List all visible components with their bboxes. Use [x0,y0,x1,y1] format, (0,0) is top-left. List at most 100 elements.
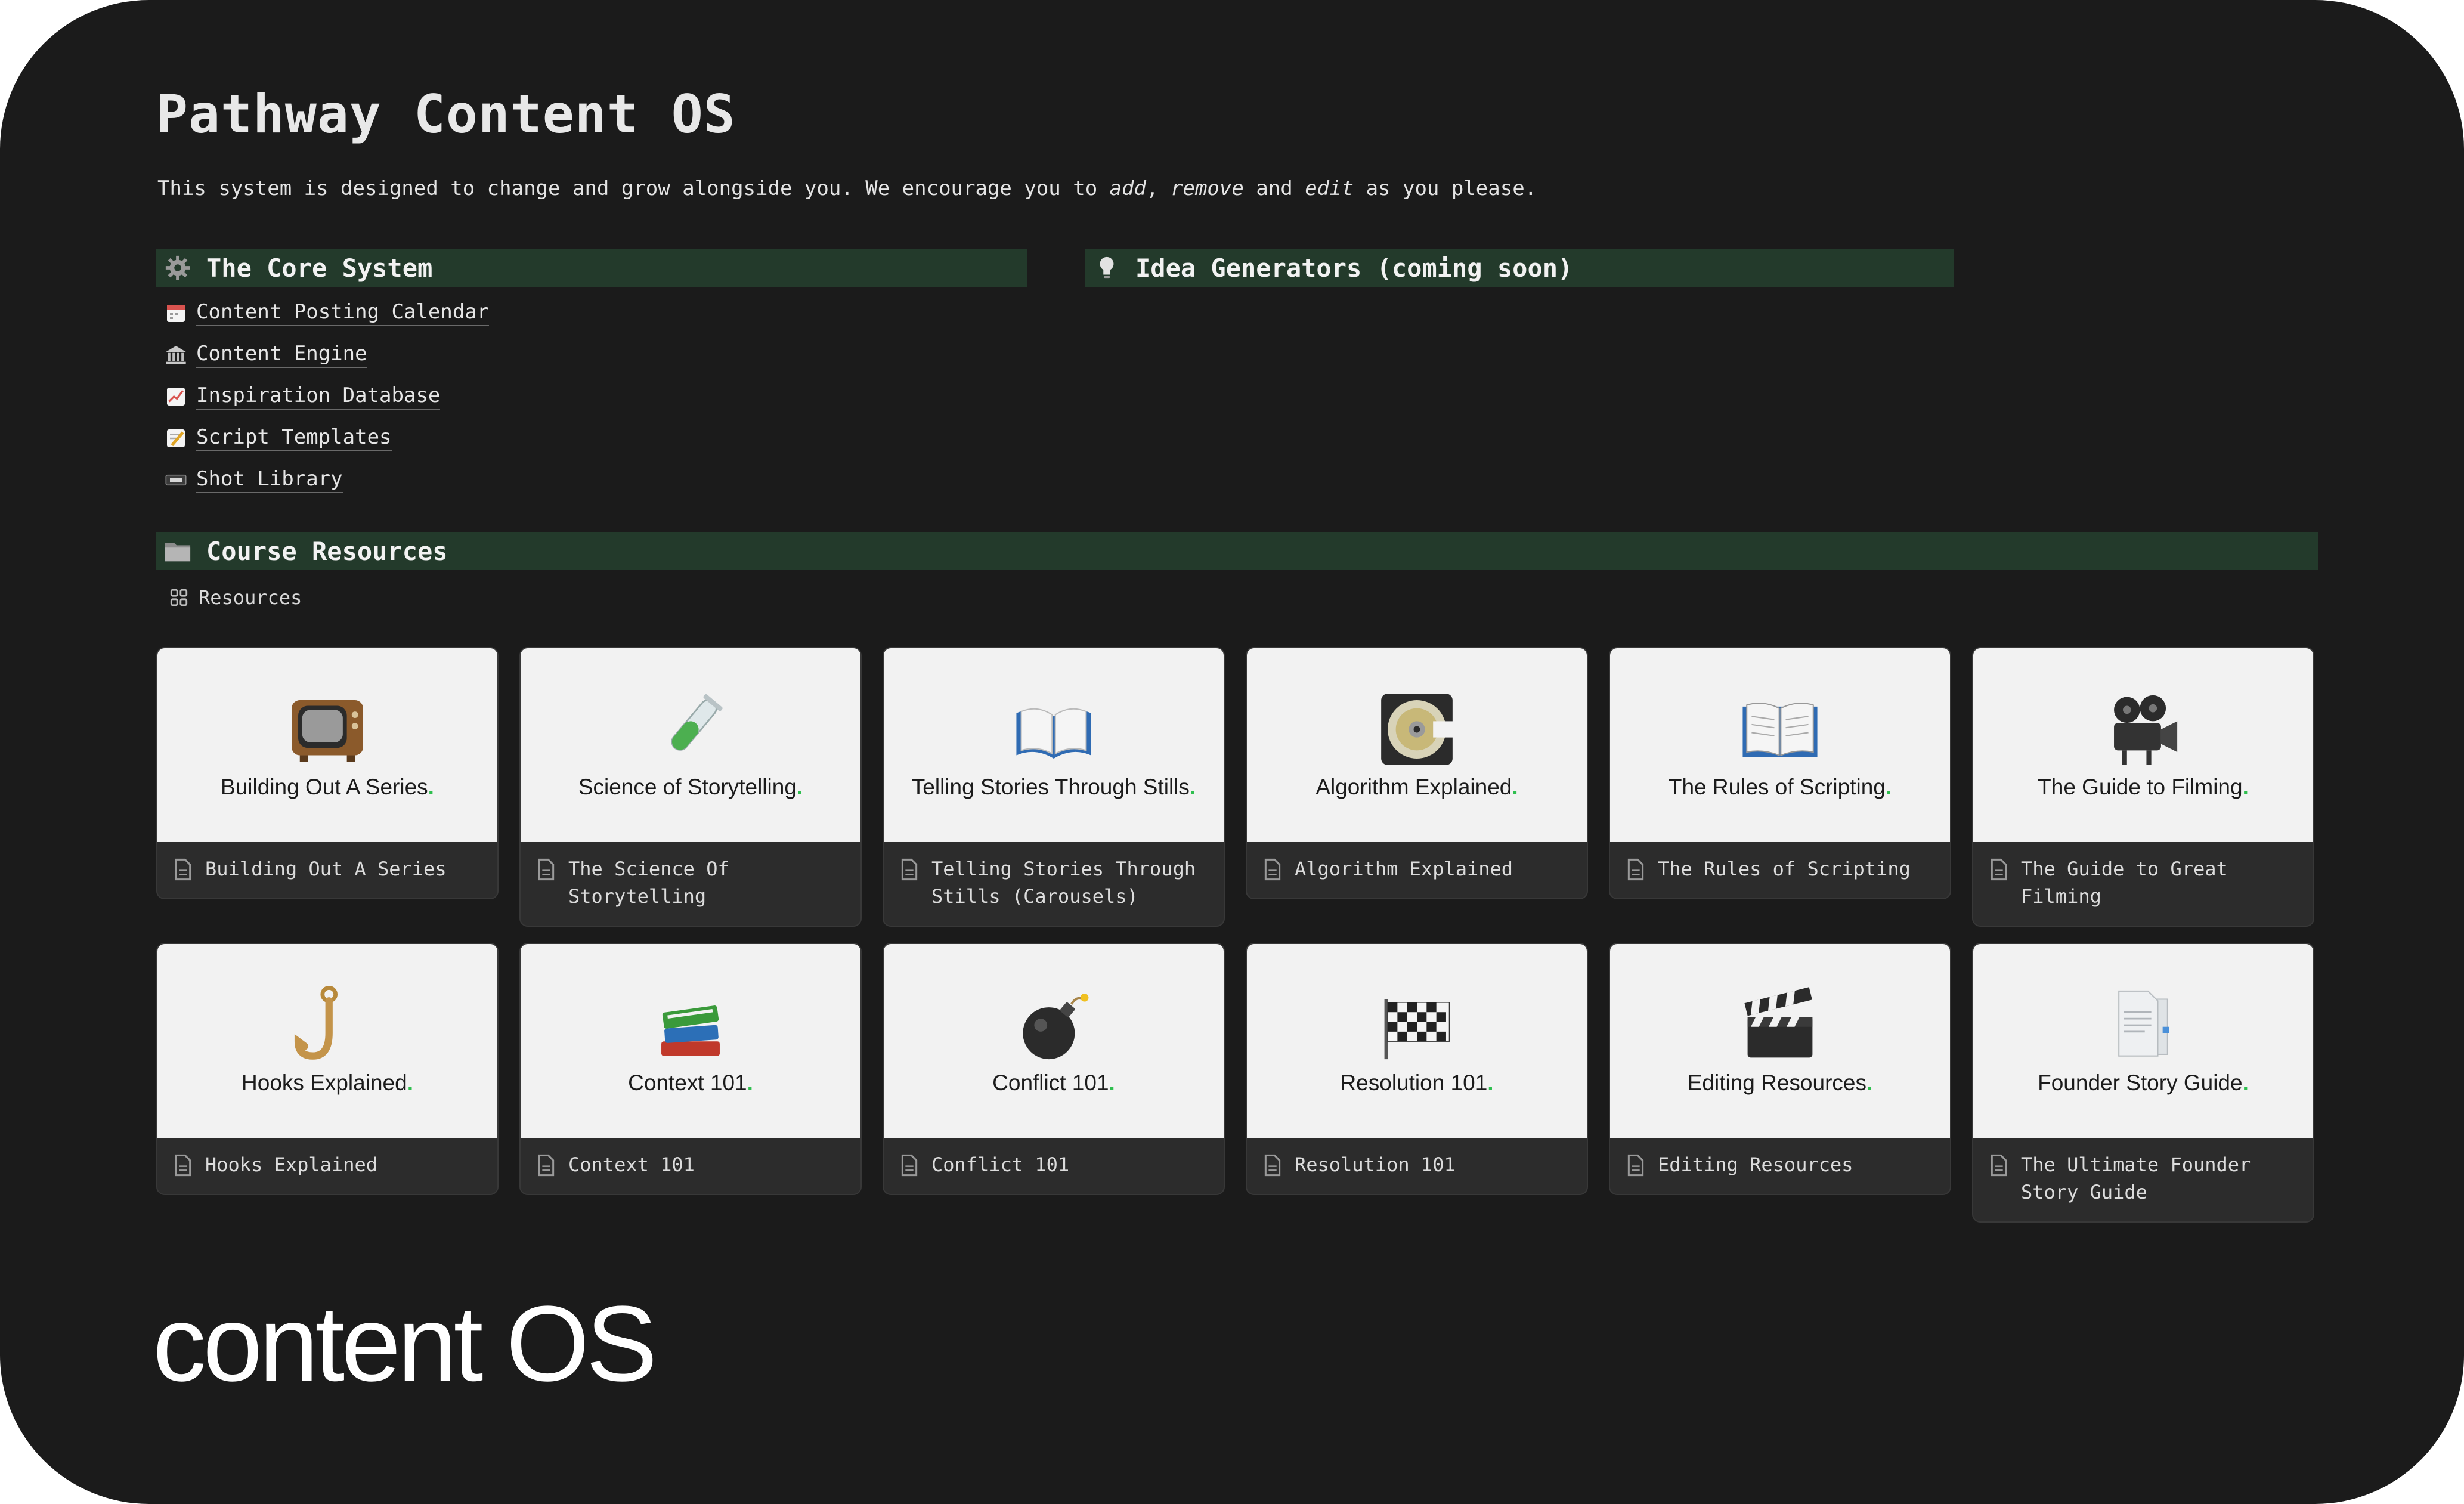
optical-disc-icon [1381,694,1454,765]
resource-card-editing-resources[interactable]: Editing Resources. Editing Resources [1609,943,1951,1195]
resource-card-rules-of-scripting[interactable]: The Rules of Scripting. The Rules of Scr… [1609,647,1951,899]
resource-card-telling-stories-through-stills[interactable]: Telling Stories Through Stills. Telling … [883,647,1225,927]
chart-increasing-icon [164,385,188,409]
core-item-label: Content Engine [196,342,367,368]
accent-dot: . [1512,775,1518,799]
core-item-label: Content Posting Calendar [196,300,490,326]
card-caption: Editing Resources [1610,1138,1950,1194]
core-system-list: Content Posting Calendar Content Engine … [164,292,490,501]
page-icon [1264,1154,1281,1177]
core-system-heading-text: The Core System [206,253,433,283]
accent-dot: . [796,775,803,799]
subtitle-text: This system is designed to change and gr… [157,177,1110,200]
accent-dot: . [747,1070,753,1095]
page-icon [538,858,555,881]
test-tube-icon [671,694,723,751]
accent-dot: . [1866,1070,1873,1095]
card-caption-text: The Rules of Scripting [1658,858,1911,880]
cover-title-text: Science of Storytelling [578,775,797,799]
television-icon [292,700,363,762]
card-cover: The Rules of Scripting. [1610,648,1950,842]
idea-generators-heading-text: Idea Generators (coming soon) [1135,253,1573,283]
page-icon [175,858,191,881]
resources-view-label: Resources [199,586,302,609]
card-cover: Algorithm Explained. [1247,648,1587,842]
card-cover-title: Editing Resources. [1610,1070,1950,1095]
cover-title-text: Conflict 101 [992,1070,1109,1095]
course-resources-heading-text: Course Resources [206,536,448,566]
accent-dot: . [407,1070,413,1095]
accent-dot: . [1109,1070,1115,1095]
cover-title-text: Hooks Explained [242,1070,407,1095]
card-cover: Building Out A Series. [157,648,497,842]
cover-title-text: Algorithm Explained [1315,775,1512,799]
gallery-view-icon [170,589,188,606]
subtitle-em-edit: edit [1305,177,1354,200]
core-item-inspiration-database[interactable]: Inspiration Database [164,376,489,417]
cover-title-text: The Guide to Filming [2038,775,2243,799]
resource-card-science-of-storytelling[interactable]: Science of Storytelling. The Science Of … [519,647,862,927]
hook-icon [294,986,338,1060]
cover-title-text: Editing Resources [1687,1070,1866,1095]
card-caption-text: The Science Of Storytelling [568,858,729,908]
brand-wordmark: content OS [153,1284,658,1404]
movie-camera-icon [2114,695,2178,765]
card-cover-title: Hooks Explained. [157,1070,497,1095]
page-icon [1991,1154,2007,1177]
core-item-shot-library[interactable]: Shot Library [164,459,489,501]
resource-card-resolution-101[interactable]: Resolution 101. Resolution 101 [1246,943,1588,1195]
core-item-content-engine[interactable]: Content Engine [164,334,489,376]
accent-dot: . [428,775,434,799]
page-icon [901,858,918,881]
card-cover: Context 101. [521,944,860,1138]
core-item-label: Inspiration Database [196,383,441,410]
card-caption: Building Out A Series [157,842,497,898]
core-item-label: Shot Library [196,467,343,493]
card-cover: Hooks Explained. [157,944,497,1138]
card-cover-title: Conflict 101. [884,1070,1224,1095]
core-item-content-posting-calendar[interactable]: Content Posting Calendar [164,292,490,334]
cover-title-text: Founder Story Guide [2038,1070,2243,1095]
card-cover-title: Context 101. [521,1070,860,1095]
lightbulb-icon [1091,252,1122,283]
card-cover-title: Science of Storytelling. [521,775,860,800]
card-caption-text: Building Out A Series [205,858,447,880]
resource-card-guide-to-filming[interactable]: The Guide to Filming. The Guide to Great… [1972,647,2314,927]
resource-card-context-101[interactable]: Context 101. Context 101 [519,943,862,1195]
accent-dot: . [2242,1070,2249,1095]
card-caption: Telling Stories Through Stills (Carousel… [884,842,1224,926]
bank-icon [164,343,188,367]
app-frame: Pathway Content OS This system is design… [0,0,2464,1504]
card-cover: The Guide to Filming. [1973,648,2313,842]
document-icon [2118,990,2169,1057]
card-cover: Science of Storytelling. [521,648,860,842]
card-caption: Hooks Explained [157,1138,497,1194]
card-caption-text: The Ultimate Founder Story Guide [2021,1153,2251,1203]
accent-dot: . [1189,775,1196,799]
card-caption: Conflict 101 [884,1138,1224,1194]
card-caption-text: Resolution 101 [1295,1153,1456,1176]
video-cassette-icon [164,468,188,492]
folder-icon [162,536,193,567]
resource-card-hooks-explained[interactable]: Hooks Explained. Hooks Explained [156,943,499,1195]
page-icon [175,1154,191,1177]
gear-icon [162,252,193,283]
cover-title-text: Resolution 101 [1340,1070,1488,1095]
core-item-script-templates[interactable]: Script Templates [164,417,489,459]
card-cover-title: Resolution 101. [1247,1070,1587,1095]
resource-card-algorithm-explained[interactable]: Algorithm Explained. Algorithm Explained [1246,647,1588,899]
card-cover-title: Founder Story Guide. [1973,1070,2313,1095]
resource-card-founder-story-guide[interactable]: Founder Story Guide. The Ultimate Founde… [1972,943,2314,1223]
card-cover: Telling Stories Through Stills. [884,648,1224,842]
page-icon [1264,858,1281,881]
resource-card-building-out-a-series[interactable]: Building Out A Series. Building Out A Se… [156,647,499,899]
card-cover-title: Telling Stories Through Stills. [884,775,1224,800]
resources-view-tab[interactable]: Resources [169,586,302,609]
checkered-flag-icon [1384,999,1450,1060]
cover-title-text: Context 101 [628,1070,747,1095]
accent-dot: . [2242,775,2249,799]
card-caption: The Guide to Great Filming [1973,842,2313,926]
card-caption: The Rules of Scripting [1610,842,1950,898]
resource-card-conflict-101[interactable]: Conflict 101. Conflict 101 [883,943,1225,1195]
cover-title-text: Building Out A Series [221,775,428,799]
